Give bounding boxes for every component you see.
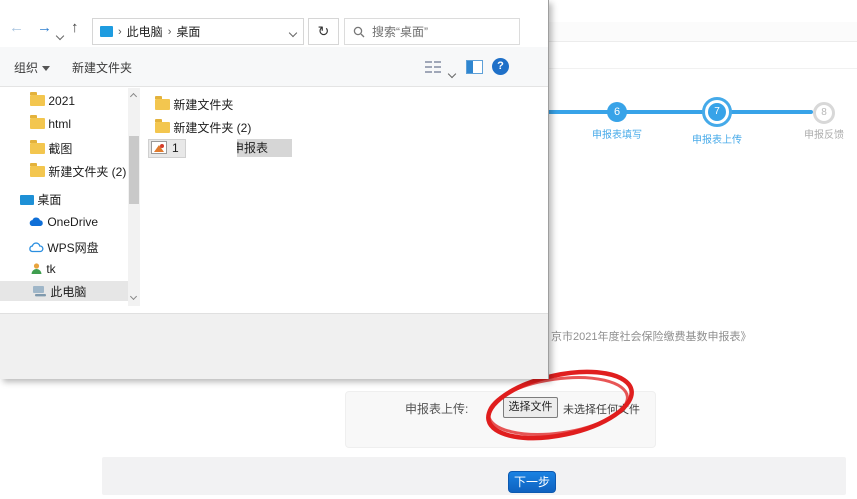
folder-icon (155, 96, 170, 110)
declaration-form-text: 京市2021年度社会保险缴费基数申报表》 (551, 331, 752, 343)
folder-icon (30, 92, 45, 106)
next-step-button[interactable]: 下一步 (508, 471, 556, 493)
wps-cloud-icon (29, 242, 44, 253)
step-7-label: 申报表上传 (692, 135, 742, 146)
address-bar[interactable]: 此电脑 桌面 (92, 18, 304, 45)
command-bar: 组织 新建文件夹 (0, 47, 548, 87)
scrollbar-thumb[interactable] (129, 136, 139, 204)
step-8-label: 申报反馈 (804, 130, 844, 141)
folder-icon (30, 115, 45, 129)
file-item-new-folder[interactable]: 新建文件夹 (155, 96, 233, 113)
file-item-new-folder-2[interactable]: 新建文件夹 (2) (155, 119, 251, 136)
folder-icon (30, 163, 45, 177)
view-chevron-icon[interactable] (447, 69, 457, 79)
preview-pane-icon[interactable] (466, 60, 483, 74)
breadcrumb-separator-icon (168, 26, 172, 38)
sidebar-item-onedrive[interactable]: OneDrive (28, 215, 98, 229)
user-icon (31, 263, 42, 274)
search-input[interactable]: 搜索“桌面” (344, 18, 520, 45)
address-chevron-icon[interactable] (288, 28, 298, 37)
onedrive-cloud-icon (29, 217, 43, 226)
location-folder-icon (100, 26, 113, 37)
breadcrumb-desktop[interactable]: 桌面 (176, 23, 200, 40)
sidebar-item-screenshots[interactable]: 截图 (30, 140, 72, 157)
file-open-dialog: 此电脑 桌面 搜索“桌面” 组织 新建文件夹 (0, 0, 549, 379)
computer-icon (33, 286, 46, 297)
up-icon[interactable] (71, 19, 79, 36)
step-6-circle: 6 (607, 102, 627, 122)
details-view-icon[interactable] (424, 60, 442, 74)
sidebar-item-html[interactable]: html (30, 115, 71, 131)
breadcrumb-separator-icon (118, 26, 122, 38)
image-file-icon (151, 141, 167, 154)
sidebar-item-user-tk[interactable]: tk (30, 262, 56, 276)
search-icon (353, 26, 365, 37)
forward-icon[interactable] (37, 19, 52, 36)
step-6-label: 申报表填写 (592, 130, 642, 141)
organize-button[interactable]: 组织 (14, 59, 51, 76)
step-7-circle: 7 (702, 97, 732, 127)
page-footer-strip (102, 457, 846, 495)
sidebar-item-this-pc[interactable]: 此电脑 (32, 283, 86, 300)
search-placeholder: 搜索“桌面” (372, 25, 428, 39)
upload-row-label: 申报表上传: (405, 402, 469, 416)
desktop-icon (20, 195, 34, 205)
organize-chevron-icon (42, 66, 51, 72)
folder-icon (155, 119, 170, 133)
dialog-footer: 文件名(N): 申报表 图片文件 打开(O) 取消 (0, 313, 548, 379)
back-icon[interactable] (9, 19, 24, 36)
help-icon[interactable] (492, 58, 509, 75)
step-7-number: 7 (708, 103, 726, 121)
step-8-circle: 8 (813, 102, 835, 124)
sidebar-item-wps-cloud[interactable]: WPS网盘 (28, 239, 99, 256)
file-item-1[interactable]: 1 (172, 141, 179, 155)
new-folder-button[interactable]: 新建文件夹 (72, 59, 132, 76)
sidebar-item-desktop[interactable]: 桌面 (20, 191, 61, 208)
sidebar-item-2021[interactable]: 2021 (30, 92, 75, 108)
screen: 6 7 8 申报表填写 申报表上传 申报反馈 京市2021年度社会保险缴费基数申… (0, 0, 857, 499)
sidebar-item-new-folder-2[interactable]: 新建文件夹 (2) (30, 163, 126, 180)
refresh-button[interactable] (308, 18, 339, 45)
file-name-badge: 申报表 (237, 139, 292, 157)
breadcrumb-this-pc[interactable]: 此电脑 (127, 23, 163, 40)
history-chevron-icon[interactable] (55, 31, 65, 41)
folder-icon (30, 140, 45, 154)
